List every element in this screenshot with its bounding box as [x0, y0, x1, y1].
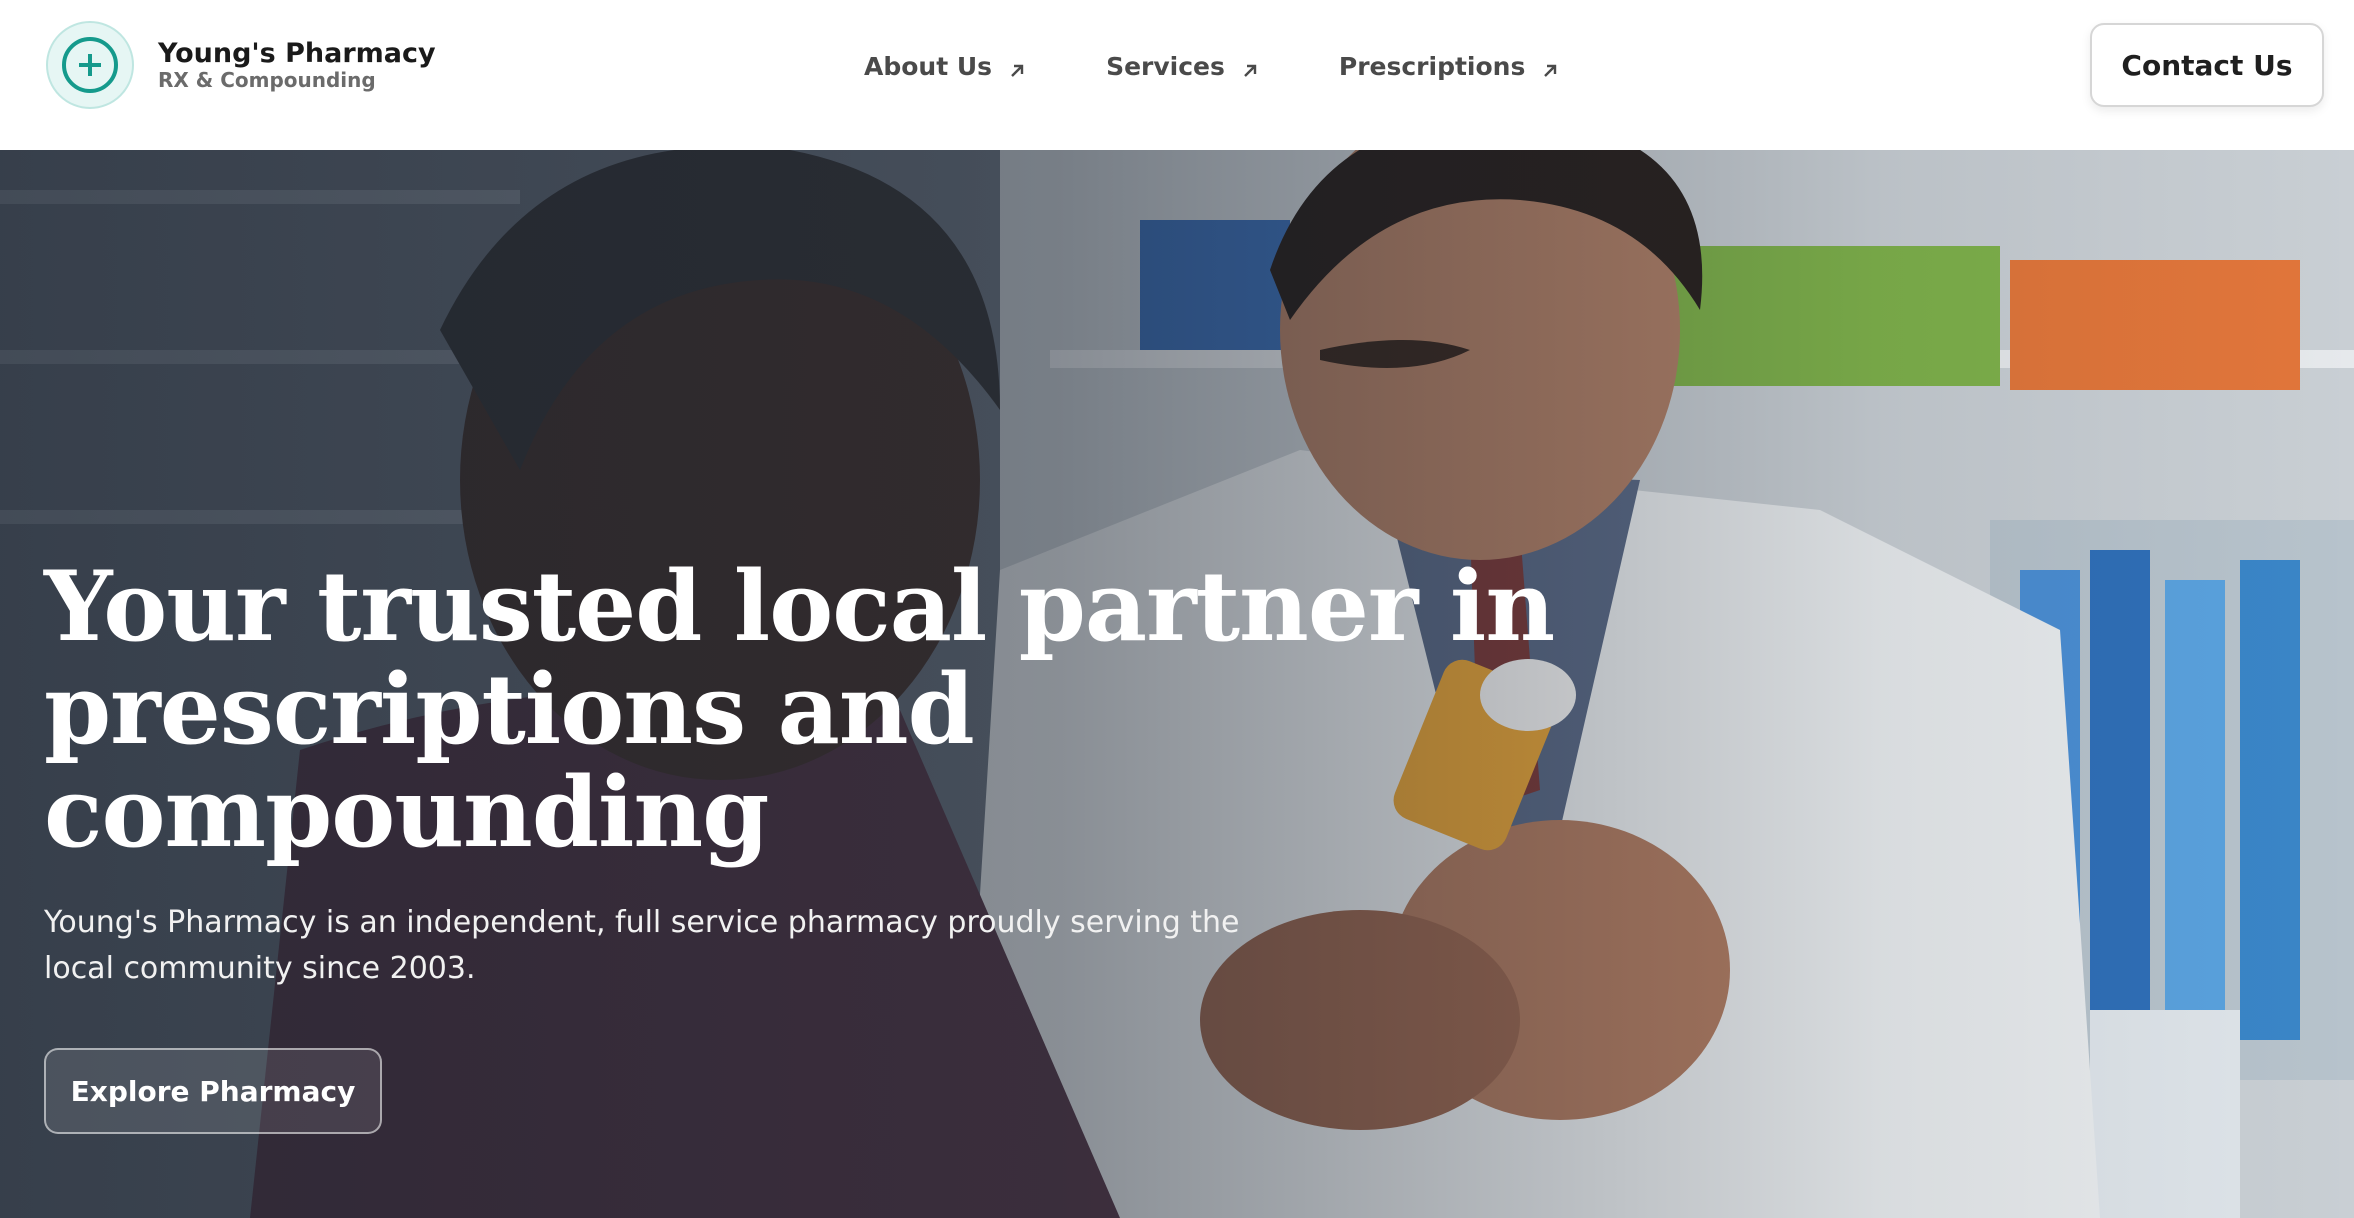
arrow-up-right-icon — [1008, 57, 1026, 77]
hero-section: Your trusted local partner in prescripti… — [0, 150, 2354, 1218]
hero-title: Your trusted local partner in prescripti… — [44, 550, 1555, 869]
brand-name: Young's Pharmacy — [158, 38, 436, 69]
main-nav: About Us Services Prescriptions — [864, 44, 1639, 88]
brand-home-link[interactable]: Young's Pharmacy RX & Compounding — [46, 21, 436, 109]
nav-link-prescriptions[interactable]: Prescriptions — [1339, 44, 1559, 88]
logo — [46, 21, 134, 109]
brand-tagline: RX & Compounding — [158, 68, 376, 92]
arrow-up-right-icon — [1541, 57, 1559, 77]
contact-us-button[interactable]: Contact Us — [2090, 23, 2324, 107]
site-header: Young's Pharmacy RX & Compounding About … — [0, 0, 2354, 150]
nav-link-services[interactable]: Services — [1106, 44, 1259, 88]
arrow-up-right-icon — [1241, 57, 1259, 77]
nav-link-label: Prescriptions — [1338, 51, 1526, 81]
brand-text: Young's Pharmacy RX & Compounding — [158, 38, 436, 92]
nav-link-about-us[interactable]: About Us — [864, 44, 1026, 88]
hero-content: Your trusted local partner in prescripti… — [44, 555, 1604, 1134]
explore-pharmacy-button[interactable]: Explore Pharmacy — [44, 1048, 382, 1134]
plus-icon — [62, 37, 118, 93]
nav-link-label: About Us — [864, 51, 993, 81]
nav-link-label: Services — [1106, 51, 1225, 81]
hero-description: Young's Pharmacy is an independent, full… — [44, 905, 1240, 986]
